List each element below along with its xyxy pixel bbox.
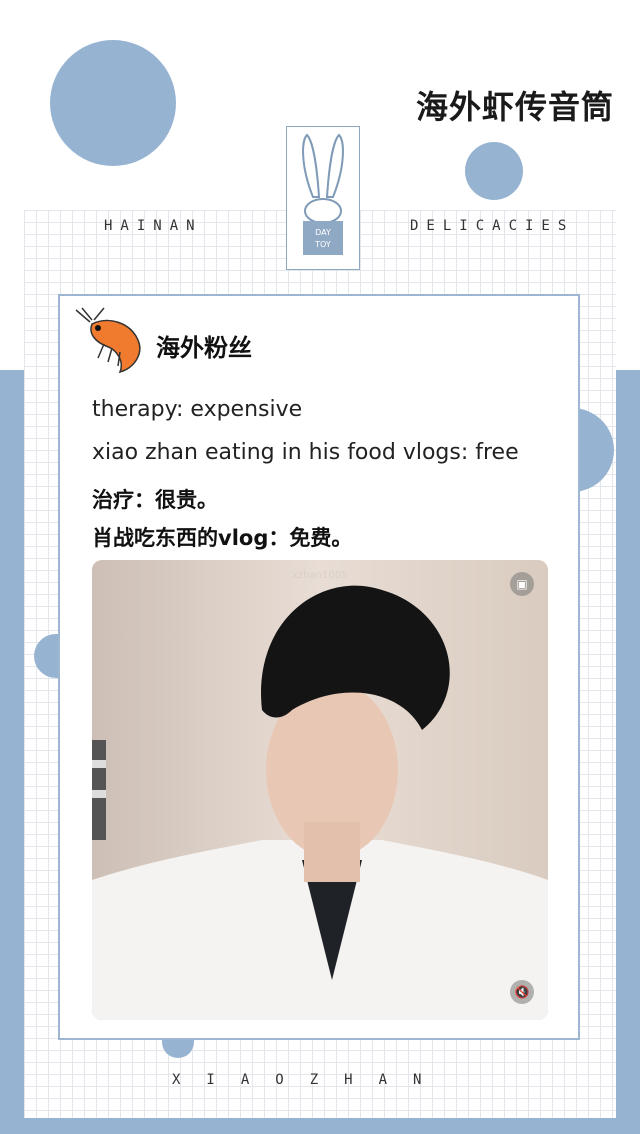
decor-band-right [616,370,640,1134]
meme-line-zh-1: 治疗：很贵。 [92,488,218,512]
decor-circle-large [50,40,176,166]
shrimp-icon [75,307,141,374]
banner-right-word: DELICACIES [410,218,575,234]
meme-line-zh-2: 肖战吃东西的vlog：免费。 [92,526,353,550]
vlog-photo-illustration [92,560,548,1020]
banner-left-word: HAINAN [104,218,203,234]
photo-watermark: xzhan1005 [292,570,348,581]
rabbit-logo: DAY TOY [286,126,360,270]
section-title: 海外粉丝 [156,334,252,362]
logo-line2: TOY [314,240,331,249]
logo-line1: DAY [315,228,331,237]
footer-word: XIAOZHAN [172,1072,448,1088]
rabbit-logo-icon: DAY TOY [302,133,344,255]
meme-line-en-1: therapy: expensive [92,397,303,422]
decor-band-left [0,370,24,1134]
page-title: 海外虾传音筒 [415,88,614,126]
decor-circle-small [465,142,523,200]
mute-icon[interactable]: 🔇 [510,980,534,1004]
pip-icon[interactable]: ▣ [510,572,534,596]
vlog-photo: xzhan1005 ▣ 🔇 [92,560,548,1020]
meme-line-en-2: xiao zhan eating in his food vlogs: free [92,440,519,465]
